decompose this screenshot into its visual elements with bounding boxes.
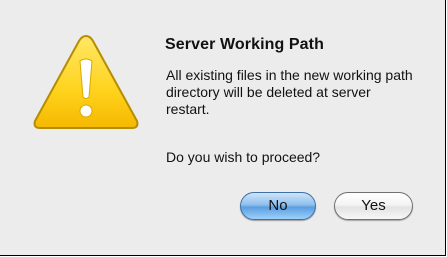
dialog-title: Server Working Path <box>165 36 324 53</box>
alert-dialog: Server Working Path All existing files i… <box>0 0 446 256</box>
yes-button[interactable]: Yes <box>334 192 413 220</box>
no-button[interactable]: No <box>240 192 316 220</box>
dialog-question: Do you wish to proceed? <box>166 149 321 165</box>
warning-icon <box>33 34 139 129</box>
dialog-message: All existing files in the new working pa… <box>166 67 413 117</box>
